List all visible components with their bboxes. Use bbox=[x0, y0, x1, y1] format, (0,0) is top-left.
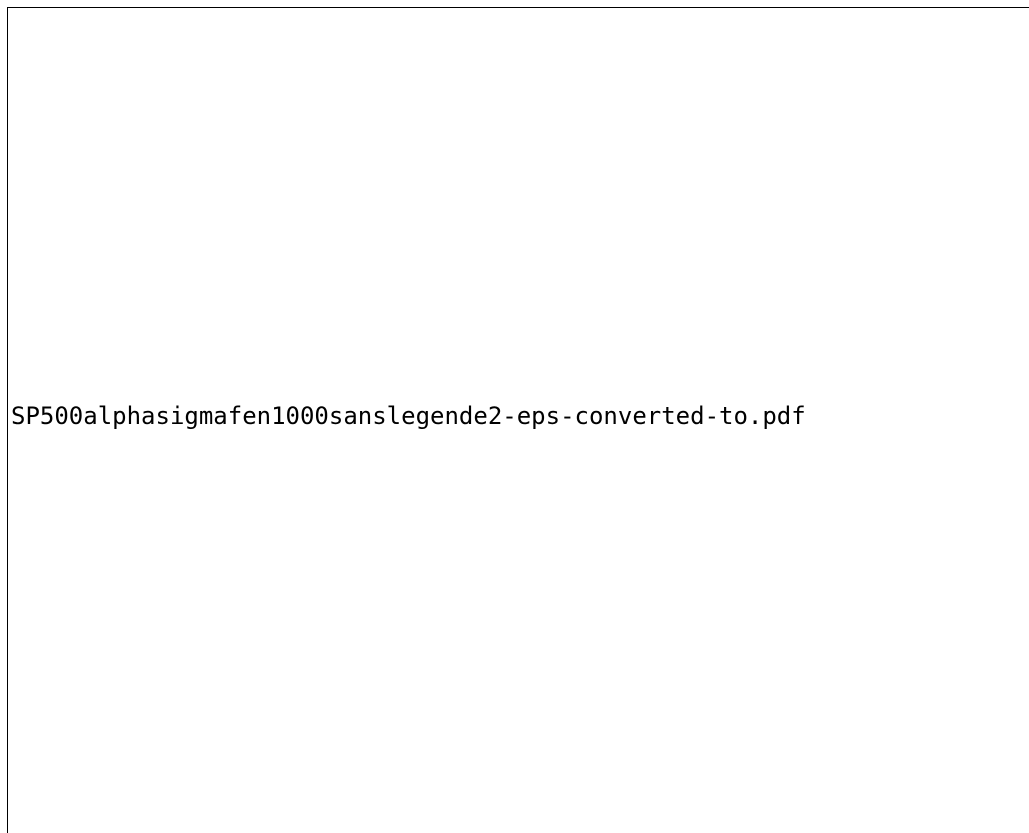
image-placeholder-frame: SP500alphasigmafen1000sanslegende2-eps-c… bbox=[7, 7, 1029, 833]
missing-image-filename: SP500alphasigmafen1000sanslegende2-eps-c… bbox=[11, 402, 806, 430]
